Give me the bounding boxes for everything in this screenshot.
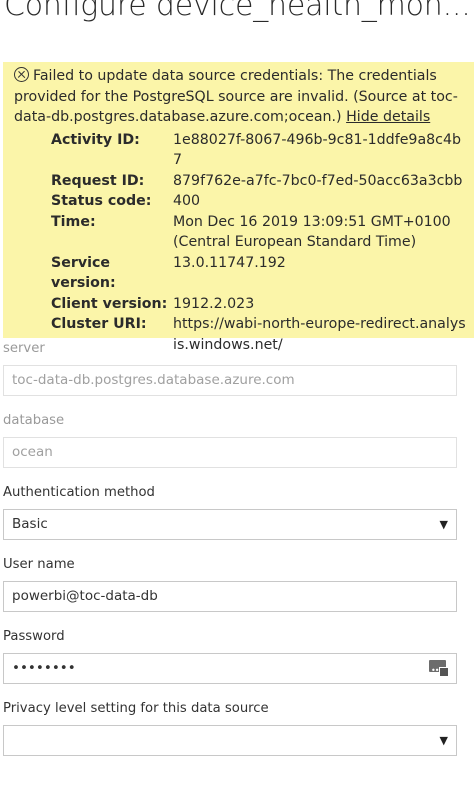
password-input[interactable]: •••••••• xyxy=(3,653,457,685)
chevron-down-icon: ▼ xyxy=(439,518,448,531)
detail-label: Service version: xyxy=(51,254,116,292)
show-password-icon[interactable] xyxy=(429,656,449,685)
hide-details-link[interactable]: Hide details xyxy=(346,109,430,125)
auth-method-select[interactable]: Basic ▼ xyxy=(3,509,457,540)
detail-label: Activity ID: xyxy=(51,131,140,148)
detail-value: 1912.2.023 xyxy=(173,295,255,312)
detail-label: Status code: xyxy=(51,193,152,209)
detail-row-request-id: Request ID: 879f762e-a7fc-7bc0-f7ed-50ac… xyxy=(51,171,466,192)
password-label: Password xyxy=(3,629,65,644)
privacy-level-label: Privacy level setting for this data sour… xyxy=(3,701,269,716)
server-value: toc-data-db.postgres.database.azure.com xyxy=(12,372,295,388)
detail-row-time: Time: Mon Dec 16 2019 13:09:51 GMT+0100 … xyxy=(51,212,466,253)
username-label: User name xyxy=(3,557,75,572)
error-banner: Failed to update data source credentials… xyxy=(3,62,474,353)
database-value: ocean xyxy=(12,444,53,460)
server-input: toc-data-db.postgres.database.azure.com xyxy=(3,365,457,396)
error-details: Activity ID: 1e88027f-8067-496b-9c81-1dd… xyxy=(51,130,466,356)
detail-row-status-code: Status code: 400 xyxy=(51,191,466,212)
detail-row-activity-id: Activity ID: 1e88027f-8067-496b-9c81-1dd… xyxy=(51,130,466,171)
credentials-form: server toc-data-db.postgres.database.azu… xyxy=(3,338,459,756)
server-label: server xyxy=(3,341,45,356)
detail-value: 1e88027f-8067-496b-9c81-1ddfe9a8c4b7 xyxy=(173,131,461,169)
auth-method-value: Basic xyxy=(12,516,48,532)
detail-value: 13.0.11747.192 xyxy=(173,254,286,271)
auth-method-label: Authentication method xyxy=(3,485,155,500)
chevron-down-icon: ▼ xyxy=(439,734,448,747)
database-label: database xyxy=(3,413,65,428)
detail-row-client-version: Client version: 1912.2.023 xyxy=(51,294,466,315)
username-value: powerbi@toc-data-db xyxy=(12,588,158,604)
error-icon xyxy=(14,67,29,82)
detail-value: 879f762e-a7fc-7bc0-f7ed-50acc63a3cbb xyxy=(173,172,463,189)
page-title: Configure device_health_mon... xyxy=(4,0,470,23)
password-value: •••••••• xyxy=(12,660,76,676)
detail-value: Mon Dec 16 2019 13:09:51 GMT+0100 (Centr… xyxy=(173,213,451,251)
detail-label: Client version: xyxy=(51,295,168,312)
detail-row-service-version: Service version: 13.0.11747.192 xyxy=(51,253,466,294)
detail-label: Request ID: xyxy=(51,172,145,189)
detail-value: 400 xyxy=(173,193,201,209)
privacy-level-select[interactable]: ▼ xyxy=(3,725,457,756)
database-input: ocean xyxy=(3,437,457,468)
detail-label: Time: xyxy=(51,213,96,230)
username-input[interactable]: powerbi@toc-data-db xyxy=(3,581,457,612)
